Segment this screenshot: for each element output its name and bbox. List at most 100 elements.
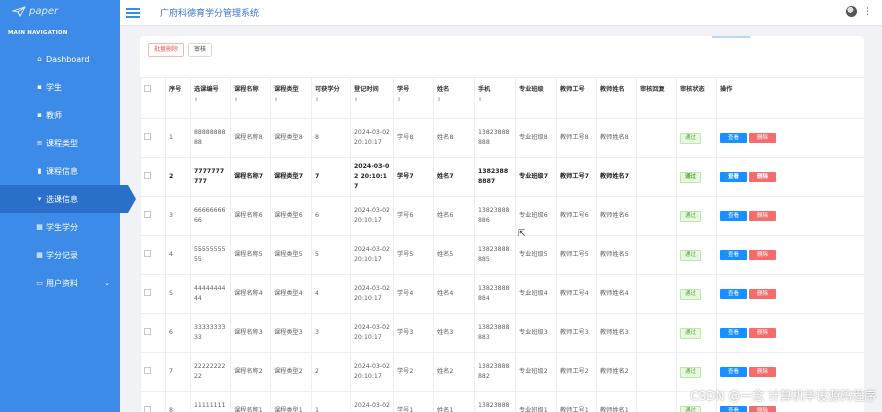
cell-major: 专业班级7 bbox=[515, 157, 557, 197]
column-header[interactable]: 手机 ⇕ bbox=[474, 77, 516, 119]
select-all-cell[interactable] bbox=[140, 77, 166, 119]
column-header: 教师姓名 bbox=[596, 77, 637, 119]
batch-delete-button[interactable]: 批量删除 bbox=[148, 43, 185, 57]
sidebar-item-3[interactable]: ≡ 课程类型 bbox=[0, 129, 120, 157]
row-checkbox[interactable] bbox=[144, 327, 151, 335]
cell-time: 2024-03-02 20:10:17 bbox=[350, 196, 394, 236]
column-header[interactable]: 姓名 ⇕ bbox=[433, 77, 475, 119]
cell-no: 6 bbox=[165, 313, 191, 353]
cell-course: 课程名称6 bbox=[230, 196, 271, 236]
column-header[interactable]: 登记时间 ⇕ bbox=[350, 77, 394, 119]
column-header[interactable]: 课程名称 ⇕ bbox=[230, 77, 271, 119]
delete-button[interactable]: 删除 bbox=[749, 211, 776, 221]
cell-status: 通过 bbox=[676, 196, 717, 236]
cell-time: 2024-03-02 20:10:17 bbox=[350, 313, 394, 353]
cell-type: 课程类型8 bbox=[270, 118, 312, 158]
delete-button[interactable]: 删除 bbox=[749, 133, 776, 143]
sort-icon[interactable]: ⇕ bbox=[437, 95, 471, 105]
sidebar-item-2[interactable]: ▪ 教师 bbox=[0, 101, 120, 129]
delete-button[interactable]: 删除 bbox=[749, 250, 776, 260]
sort-icon[interactable]: ⇕ bbox=[234, 95, 267, 105]
row-checkbox[interactable] bbox=[144, 249, 151, 257]
cell-type: 课程类型2 bbox=[270, 352, 312, 392]
avatar[interactable] bbox=[846, 6, 857, 17]
view-button[interactable]: 查看 bbox=[720, 250, 747, 260]
app-logo[interactable]: paper bbox=[0, 0, 120, 22]
column-header: 操作 bbox=[716, 77, 864, 119]
column-header[interactable]: 课程类型 ⇕ bbox=[270, 77, 312, 119]
sidebar-item-8[interactable]: ▭ 用户资料 ⌄ bbox=[0, 269, 120, 297]
view-button[interactable]: 查看 bbox=[720, 172, 747, 182]
table-row[interactable]: 5 4444444444 课程名称4 课程类型4 4 2024-03-02 20:10:1… bbox=[140, 274, 864, 314]
cell-course: 课程名称7 bbox=[230, 157, 271, 197]
sidebar-item-0[interactable]: ⌂ Dashboard bbox=[0, 45, 120, 73]
more-options-icon[interactable]: ⋮ bbox=[863, 7, 872, 17]
menu-icon: ▮ bbox=[37, 167, 42, 175]
row-select-cell[interactable] bbox=[140, 313, 166, 353]
row-checkbox[interactable] bbox=[144, 132, 151, 140]
row-select-cell[interactable] bbox=[140, 118, 166, 158]
sidebar-item-1[interactable]: ▪ 学生 bbox=[0, 73, 120, 101]
cell-code: 8888888888 bbox=[190, 118, 231, 158]
table-row[interactable]: 7 2222222222 课程名称2 课程类型2 2 2024-03-02 20:10:1… bbox=[140, 352, 864, 392]
status-badge: 通过 bbox=[680, 210, 702, 222]
sidebar-item-5[interactable]: ▾ 选课信息 bbox=[0, 185, 136, 213]
row-checkbox[interactable] bbox=[144, 171, 151, 179]
view-button[interactable]: 查看 bbox=[720, 133, 747, 143]
table-row[interactable]: 4 5555555555 课程名称5 课程类型5 5 2024-03-02 20:10:1… bbox=[140, 235, 864, 275]
sidebar-item-4[interactable]: ▮ 课程信息 bbox=[0, 157, 120, 185]
row-select-cell[interactable] bbox=[140, 352, 166, 392]
cell-course: 课程名称4 bbox=[230, 274, 271, 314]
view-button[interactable]: 查看 bbox=[720, 289, 747, 299]
table-row[interactable]: 3 6666666666 课程名称6 课程类型6 6 2024-03-02 20:10:1… bbox=[140, 196, 864, 236]
cell-name: 姓名4 bbox=[433, 274, 475, 314]
cell-name: 姓名1 bbox=[433, 391, 475, 412]
view-button[interactable]: 查看 bbox=[720, 328, 747, 338]
row-select-cell[interactable] bbox=[140, 235, 166, 275]
cell-reply bbox=[636, 313, 677, 353]
menu-toggle-icon[interactable] bbox=[126, 7, 140, 18]
row-checkbox[interactable] bbox=[144, 210, 151, 218]
cell-type: 课程类型3 bbox=[270, 313, 312, 353]
column-header[interactable]: 学号 ⇕ bbox=[393, 77, 434, 119]
sort-icon[interactable]: ⇕ bbox=[478, 95, 512, 105]
view-button[interactable]: 查看 bbox=[720, 406, 747, 412]
column-header-label: 课程类型 bbox=[274, 86, 299, 93]
cell-tid: 教师工号4 bbox=[556, 274, 597, 314]
row-select-cell[interactable] bbox=[140, 196, 166, 236]
delete-button[interactable]: 删除 bbox=[749, 289, 776, 299]
column-header[interactable]: 可获学分 ⇕ bbox=[311, 77, 351, 119]
audit-button[interactable]: 审核 bbox=[188, 43, 213, 57]
cell-actions: 查看 删除 bbox=[716, 196, 864, 236]
table-row[interactable]: 6 3333333333 课程名称3 课程类型3 3 2024-03-02 20:10:1… bbox=[140, 313, 864, 353]
sort-icon[interactable]: ⇕ bbox=[194, 95, 227, 105]
delete-button[interactable]: 删除 bbox=[749, 367, 776, 377]
cell-reply bbox=[636, 235, 677, 275]
row-checkbox[interactable] bbox=[144, 288, 151, 296]
view-button[interactable]: 查看 bbox=[720, 367, 747, 377]
cell-tid: 教师工号8 bbox=[556, 118, 597, 158]
row-checkbox[interactable] bbox=[144, 366, 151, 374]
row-select-cell[interactable] bbox=[140, 157, 166, 197]
column-header[interactable]: 选课编号 ⇕ bbox=[190, 77, 231, 119]
delete-button[interactable]: 删除 bbox=[749, 172, 776, 182]
row-select-cell[interactable] bbox=[140, 274, 166, 314]
row-checkbox[interactable] bbox=[144, 405, 151, 412]
cell-no: 5 bbox=[165, 274, 191, 314]
sort-icon[interactable]: ⇕ bbox=[274, 95, 308, 105]
row-select-cell[interactable] bbox=[140, 391, 166, 412]
table-row[interactable]: 1 8888888888 课程名称8 课程类型8 8 2024-03-02 20:10:1… bbox=[140, 118, 864, 158]
cell-tid: 教师工号1 bbox=[556, 391, 597, 412]
chevron-down-icon: ⌄ bbox=[104, 279, 110, 287]
delete-button[interactable]: 删除 bbox=[749, 406, 776, 412]
sort-icon[interactable]: ⇕ bbox=[315, 95, 347, 105]
table-row[interactable]: 2 7777777777 课程名称7 课程类型7 7 2024-03-02 20:10:1… bbox=[140, 157, 864, 197]
sort-icon[interactable]: ⇕ bbox=[354, 95, 390, 105]
view-button[interactable]: 查看 bbox=[720, 211, 747, 221]
sidebar-item-7[interactable]: ▦ 学分记录 bbox=[0, 241, 120, 269]
select-all-checkbox[interactable] bbox=[144, 85, 151, 92]
sidebar-item-6[interactable]: ▦ 学生学分 bbox=[0, 213, 120, 241]
sort-icon[interactable]: ⇕ bbox=[397, 95, 430, 105]
delete-button[interactable]: 删除 bbox=[749, 328, 776, 338]
cell-major: 专业班级5 bbox=[515, 235, 557, 275]
